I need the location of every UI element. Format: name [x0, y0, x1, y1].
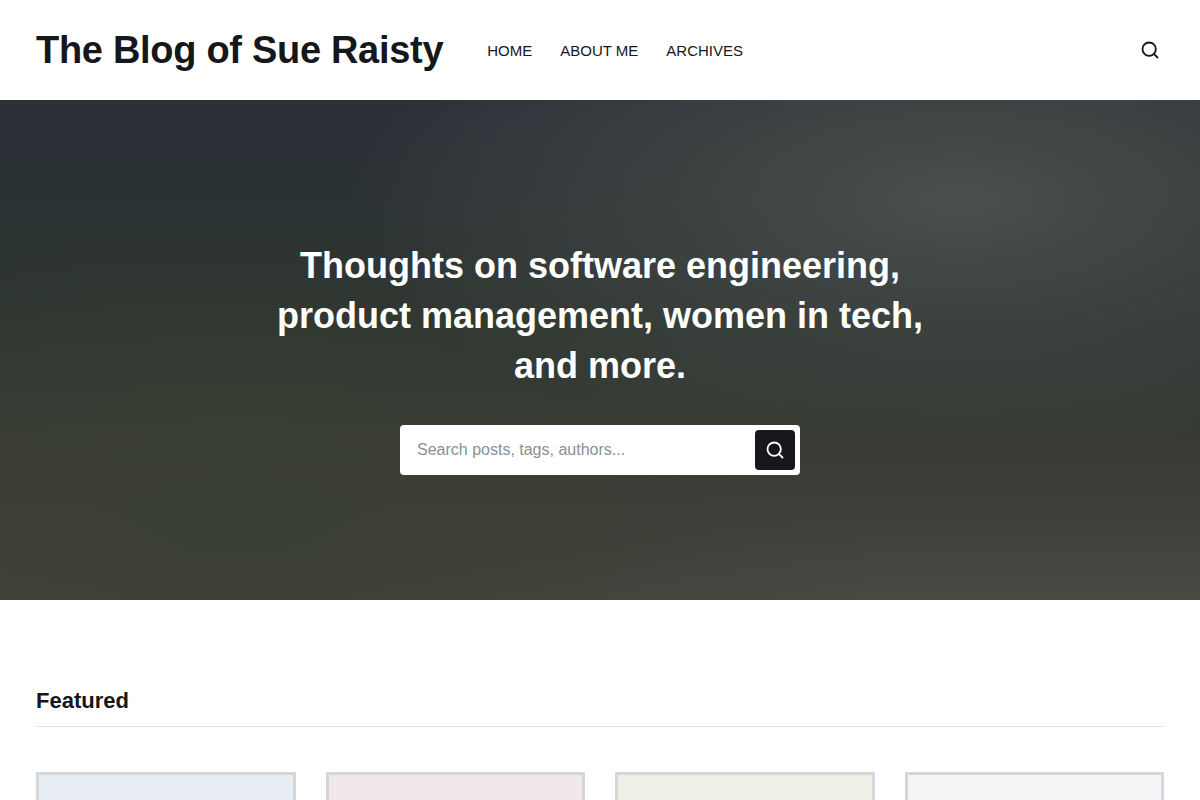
featured-card[interactable] — [36, 772, 296, 800]
main-nav: HOME ABOUT ME ARCHIVES — [487, 42, 1136, 59]
nav-link[interactable]: HOME — [487, 42, 532, 59]
section-title: Featured — [36, 688, 1164, 727]
page: The Blog of Sue Raisty HOME ABOUT ME ARCHIV… — [0, 0, 1200, 800]
hero-search — [400, 425, 800, 475]
search-button[interactable] — [755, 430, 795, 470]
featured-card[interactable] — [905, 772, 1165, 800]
site-title[interactable]: The Blog of Sue Raisty — [36, 29, 443, 72]
search-icon — [765, 440, 785, 460]
search-icon — [1140, 40, 1160, 60]
nav-link[interactable]: ARCHIVES — [666, 42, 743, 59]
card-grid — [36, 772, 1164, 800]
hero: Thoughts on software engineering, produc… — [0, 100, 1200, 600]
nav-link[interactable]: ABOUT ME — [560, 42, 638, 59]
featured-section: Featured — [0, 600, 1200, 800]
featured-card[interactable] — [326, 772, 586, 800]
site-header: The Blog of Sue Raisty HOME ABOUT ME ARCHIV… — [0, 0, 1200, 100]
featured-card[interactable] — [615, 772, 875, 800]
header-search-button[interactable] — [1136, 36, 1164, 64]
hero-heading: Thoughts on software engineering, produc… — [260, 241, 940, 391]
search-input[interactable] — [415, 440, 747, 460]
